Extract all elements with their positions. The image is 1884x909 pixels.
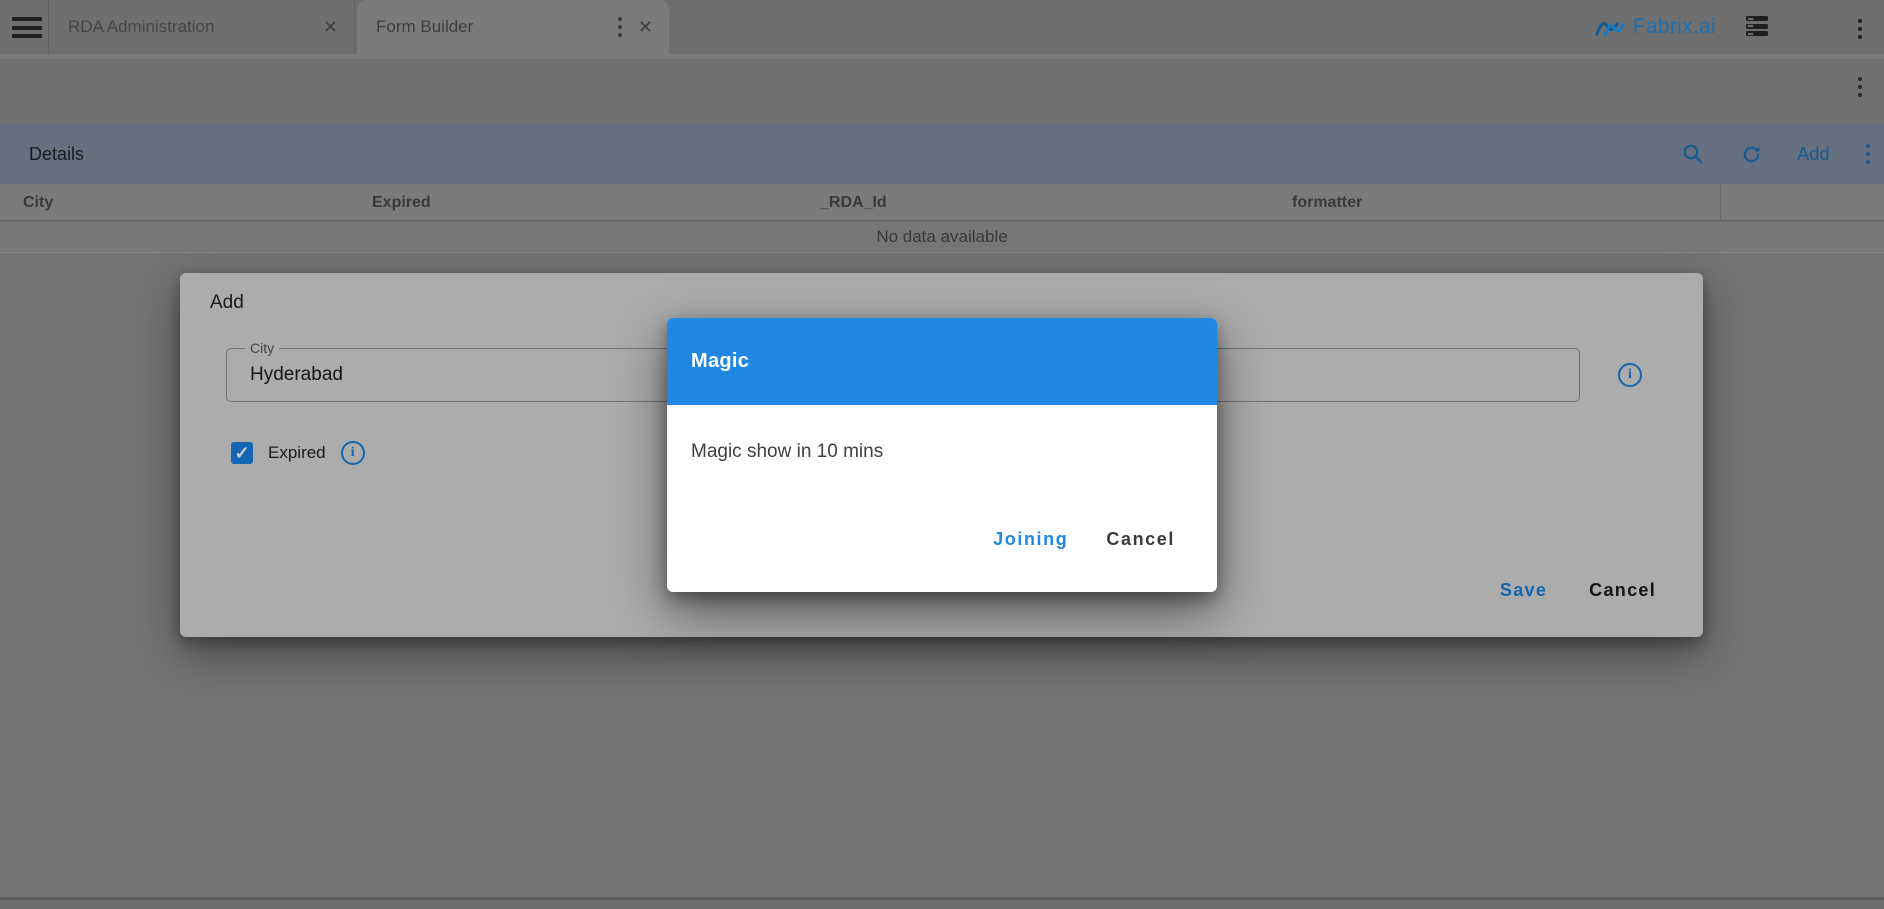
tab-label: Form Builder xyxy=(357,17,612,37)
tab-options-kebab-icon[interactable] xyxy=(612,13,628,41)
tab-form-builder[interactable]: Form Builder ✕ xyxy=(357,0,669,54)
add-cancel-button[interactable]: Cancel xyxy=(1589,580,1656,601)
page-kebab-icon[interactable] xyxy=(1852,73,1868,101)
header-kebab-icon[interactable] xyxy=(1852,15,1868,43)
column-header-city[interactable]: City xyxy=(23,184,53,221)
city-info-icon[interactable]: i xyxy=(1618,363,1642,387)
magic-dialog-message: Magic show in 10 mins xyxy=(691,441,883,463)
dialog-title: Add xyxy=(210,292,244,314)
footer-strip xyxy=(0,900,1884,909)
close-icon[interactable]: ✕ xyxy=(315,17,354,38)
magic-dialog: Magic Magic show in 10 mins Joining Canc… xyxy=(667,318,1217,592)
expired-checkbox[interactable]: ✓ xyxy=(231,442,253,464)
column-divider xyxy=(1720,184,1721,221)
section-title: Details xyxy=(0,144,84,165)
page-action-row xyxy=(0,59,1884,124)
brand-logo: Fabrix.ai xyxy=(1595,0,1716,54)
fabrix-wave-icon xyxy=(1595,16,1625,38)
magic-dialog-title: Magic xyxy=(667,350,749,373)
top-tab-bar: RDA Administration ✕ Form Builder ✕ Fabr… xyxy=(0,0,1884,54)
tab-rda-administration[interactable]: RDA Administration ✕ xyxy=(48,0,355,54)
close-icon[interactable]: ✕ xyxy=(630,17,669,38)
column-header-rda-id[interactable]: _RDA_Id xyxy=(820,184,887,221)
table-header-row: City Expired _RDA_Id formatter xyxy=(0,184,1884,221)
expired-checkbox-label: Expired xyxy=(268,443,326,463)
joining-button[interactable]: Joining xyxy=(993,529,1068,550)
brand-name: Fabrix.ai xyxy=(1633,15,1716,39)
column-header-expired[interactable]: Expired xyxy=(372,184,431,221)
server-list-icon[interactable] xyxy=(1746,16,1768,38)
magic-cancel-button[interactable]: Cancel xyxy=(1106,529,1175,550)
toolbar-kebab-icon[interactable] xyxy=(1864,140,1872,168)
hamburger-menu-icon[interactable] xyxy=(12,17,42,38)
search-icon[interactable] xyxy=(1681,142,1705,166)
save-button[interactable]: Save xyxy=(1500,580,1547,601)
column-header-formatter[interactable]: formatter xyxy=(1292,184,1362,221)
details-toolbar: Details Add xyxy=(0,124,1884,184)
tab-label: RDA Administration xyxy=(49,17,315,37)
refresh-icon[interactable] xyxy=(1739,142,1763,166)
add-button[interactable]: Add xyxy=(1797,144,1830,165)
magic-dialog-header: Magic xyxy=(667,318,1217,405)
expired-info-icon[interactable]: i xyxy=(341,441,365,465)
table-empty-message: No data available xyxy=(0,222,1884,253)
